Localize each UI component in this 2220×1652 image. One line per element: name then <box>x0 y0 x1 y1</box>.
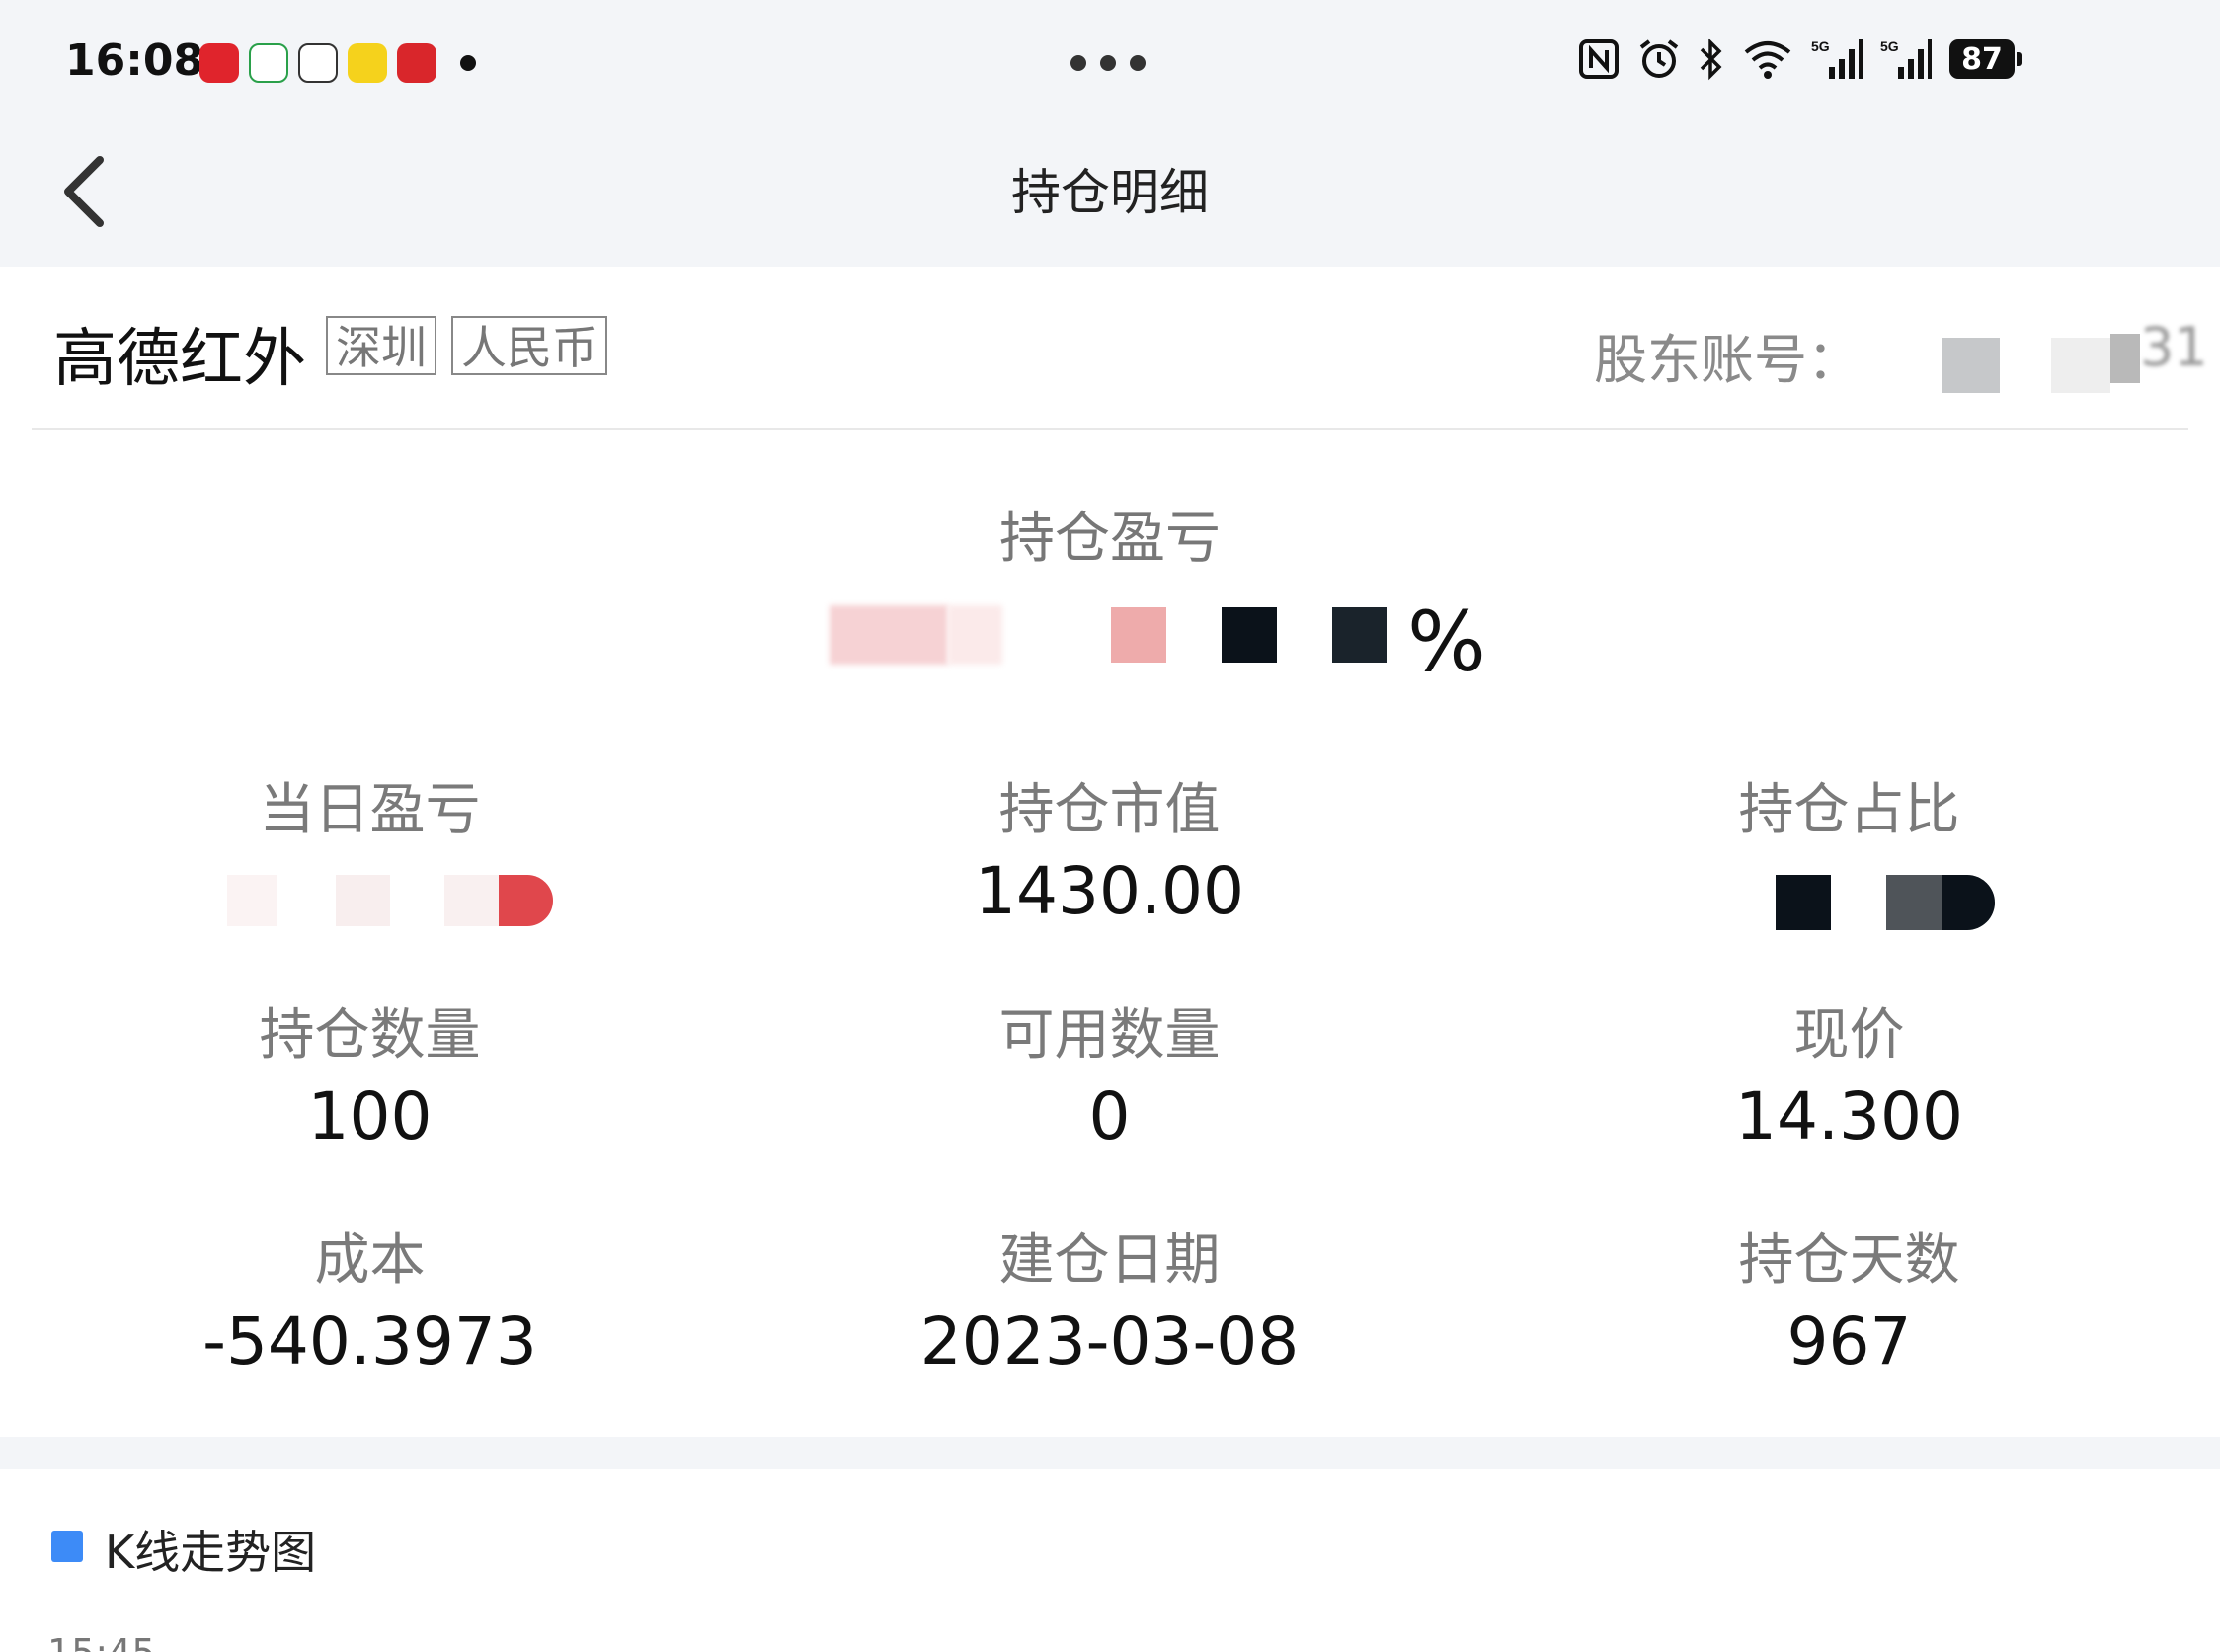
available-label: 可用数量 <box>998 1003 1221 1067</box>
price-label: 现价 <box>1793 1003 1905 1067</box>
wifi-icon <box>1744 41 1791 79</box>
available-value: 0 <box>1088 1078 1131 1154</box>
securities-app-icon <box>199 43 239 83</box>
holding-pnl: 持仓盈亏 % <box>0 494 2220 690</box>
market-value-label: 持仓市值 <box>998 778 1221 842</box>
holding-pnl-percent-sign: % <box>1407 593 1486 690</box>
notification-icons <box>199 43 476 83</box>
nfc-icon <box>1579 39 1619 79</box>
redaction-mask <box>227 875 277 926</box>
open-date-value: 2023-03-08 <box>919 1303 1300 1379</box>
position-ratio-label: 持仓占比 <box>1738 778 1960 842</box>
position-card: 高德红外 深圳 人民币 股东账号： 31 持仓盈亏 % 当日盈亏 持仓市值 14… <box>0 267 2220 1437</box>
alarm-icon <box>1639 39 1679 78</box>
holding-pnl-value: % <box>0 593 2220 690</box>
cost-label: 成本 <box>314 1228 426 1293</box>
signal-5g-icon: 5G <box>1811 39 1863 79</box>
battery-icon: 87 <box>1949 39 2022 79</box>
kline-title: K线走势图 <box>105 1526 317 1579</box>
section-marker-icon <box>51 1531 83 1562</box>
cost-cell: 成本 -540.3973 <box>0 1216 740 1382</box>
holding-days-label: 持仓天数 <box>1738 1228 1960 1293</box>
svg-text:5G: 5G <box>1880 39 1899 54</box>
more-notifications-dot-icon <box>460 55 476 71</box>
nav-bar: 持仓明细 <box>0 123 2220 267</box>
holding-days-cell: 持仓天数 967 <box>1479 1216 2219 1382</box>
account-label: 股东账号： <box>1594 329 1861 391</box>
screen: 16:08 5G 5G 87 持仓明细 高德红外 深圳 人民币 股东账号： 31… <box>0 0 2220 1652</box>
market-value-value: 1430.00 <box>975 853 1244 929</box>
redaction-mask <box>948 605 1002 665</box>
redaction-mask <box>1776 875 1831 930</box>
byd-app-icon <box>397 43 436 83</box>
bluetooth-icon <box>1700 38 1722 81</box>
redaction-mask <box>1332 607 1388 663</box>
daily-pnl-label: 当日盈亏 <box>259 778 481 842</box>
redaction-mask <box>1111 607 1166 663</box>
price-value: 14.300 <box>1735 1078 1963 1154</box>
redaction-mask <box>444 875 499 926</box>
redaction-mask <box>499 875 553 926</box>
account-value: 31 <box>2140 316 2208 378</box>
daily-pnl-value <box>0 853 740 932</box>
svg-text:5G: 5G <box>1811 39 1830 54</box>
open-date-label: 建仓日期 <box>998 1228 1221 1293</box>
holding-days-value: 967 <box>1786 1303 1912 1379</box>
redaction-mask <box>2110 334 2140 383</box>
available-cell: 可用数量 0 <box>740 990 1479 1157</box>
redaction-mask <box>830 605 948 665</box>
stock-header: 高德红外 深圳 人民币 股东账号： 31 <box>32 267 2208 430</box>
market-tag: 深圳 <box>326 316 436 375</box>
oppo-app-icon <box>249 43 288 83</box>
yellow-app-icon <box>348 43 387 83</box>
open-date-cell: 建仓日期 2023-03-08 <box>740 1216 1479 1382</box>
redaction-mask <box>1222 607 1277 663</box>
page-title: 持仓明细 <box>1011 164 1209 221</box>
quantity-label: 持仓数量 <box>259 1003 481 1067</box>
battery-level: 87 <box>1961 41 2003 77</box>
redaction-mask <box>336 875 390 926</box>
cost-value: -540.3973 <box>202 1303 537 1379</box>
status-clock: 16:08 <box>65 36 204 86</box>
quantity-value: 100 <box>307 1078 433 1154</box>
kline-time-label: 15:45 <box>47 1631 156 1652</box>
price-cell: 现价 14.300 <box>1479 990 2219 1157</box>
redaction-mask <box>1886 875 1942 930</box>
redaction-mask <box>1942 338 2000 393</box>
holding-pnl-label: 持仓盈亏 <box>999 507 1221 571</box>
system-status-icons: 5G 5G 87 <box>1578 38 2022 81</box>
daily-pnl-cell: 当日盈亏 <box>0 765 740 932</box>
redaction-mask <box>1942 875 1995 930</box>
stock-name: 高德红外 <box>53 323 306 396</box>
sync-app-icon <box>298 43 338 83</box>
position-ratio-cell: 持仓占比 <box>1479 765 2219 932</box>
currency-tag: 人民币 <box>451 316 607 375</box>
kline-section: K线走势图 15:45 <box>0 1469 2220 1652</box>
signal-5g-icon: 5G <box>1880 39 1932 79</box>
redaction-mask <box>2051 338 2110 393</box>
market-value-cell: 持仓市值 1430.00 <box>740 765 1479 932</box>
status-bar: 16:08 5G 5G 87 <box>0 0 2220 123</box>
window-more-icon[interactable] <box>1070 55 1146 71</box>
position-ratio-value <box>1479 853 2219 932</box>
quantity-cell: 持仓数量 100 <box>0 990 740 1157</box>
